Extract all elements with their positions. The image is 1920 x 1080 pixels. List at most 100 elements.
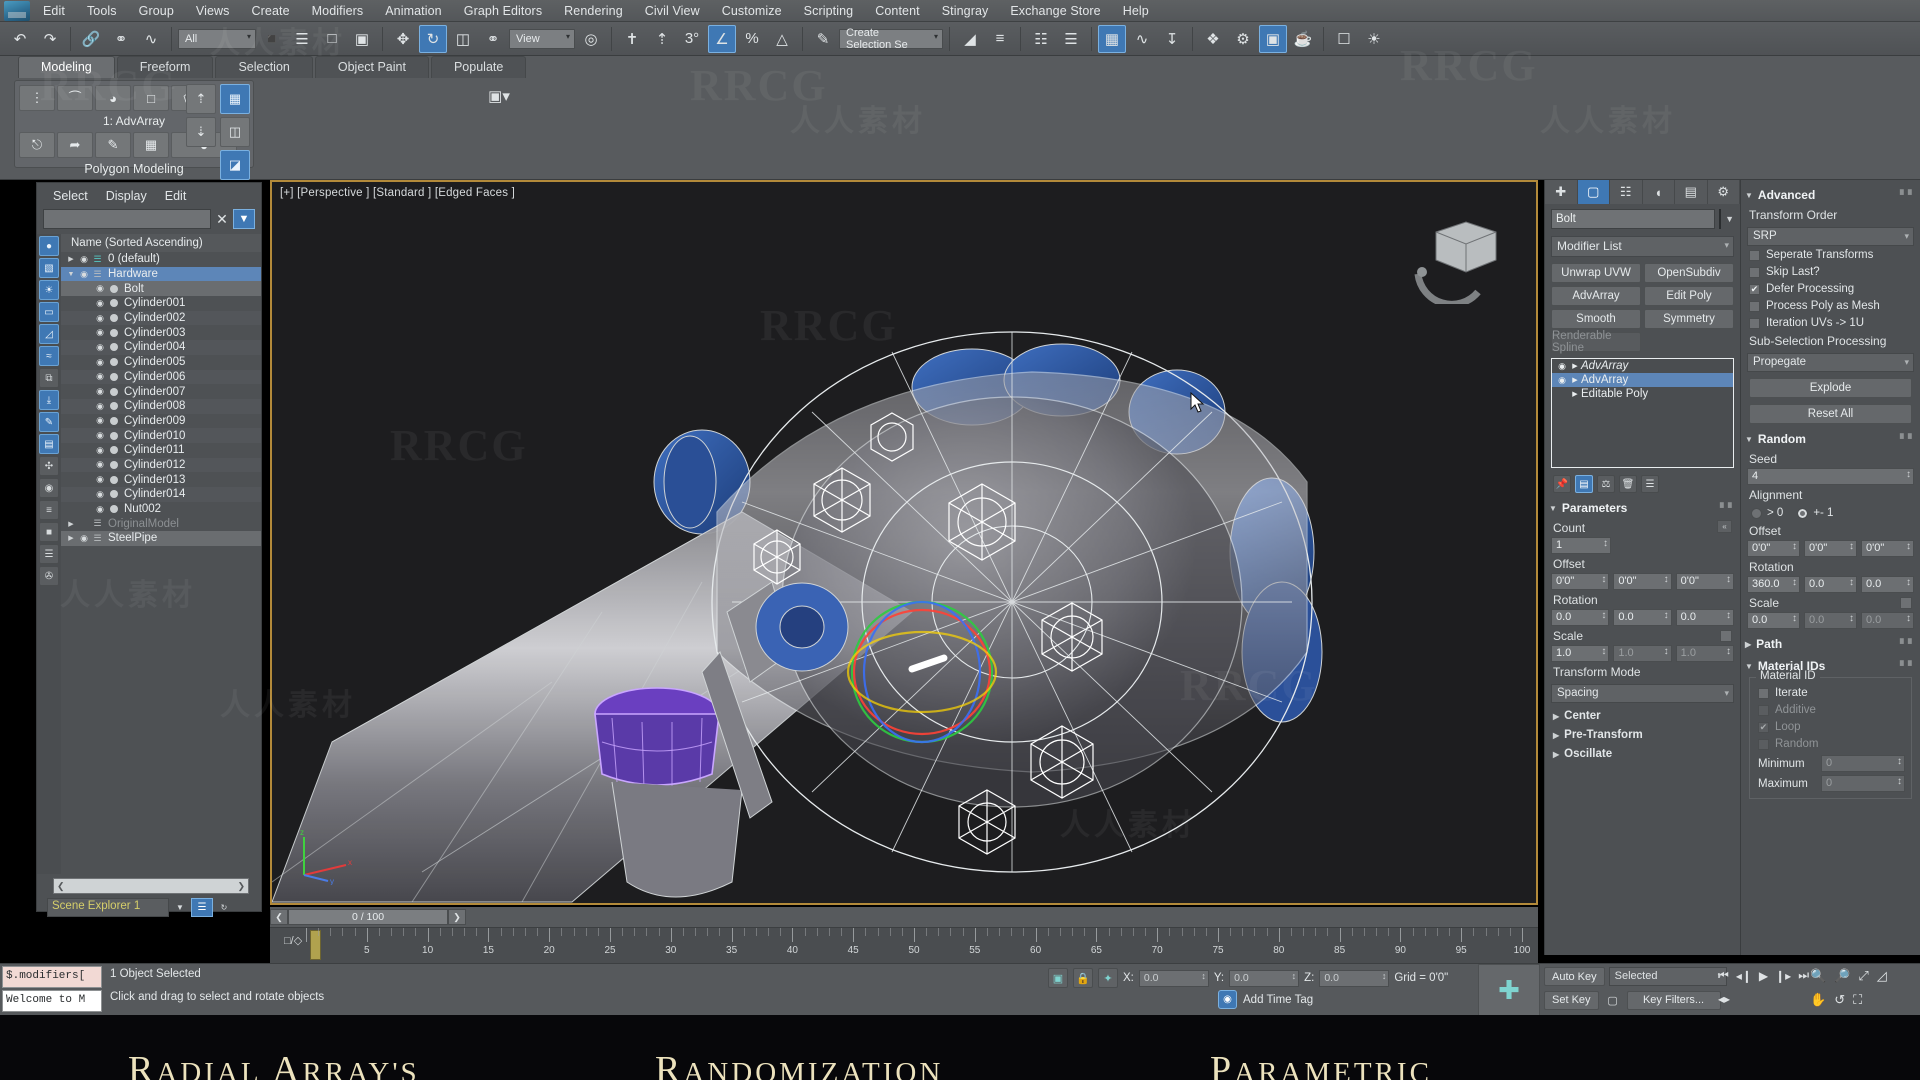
- layer-manager-icon[interactable]: ☷: [1027, 25, 1055, 53]
- lock-icon[interactable]: 🔒: [1073, 968, 1093, 988]
- show-end-result-icon[interactable]: ▤: [1575, 475, 1593, 493]
- zoom-icon[interactable]: 🔍: [1810, 968, 1826, 984]
- ribbon-tab-selection[interactable]: Selection: [215, 56, 313, 78]
- advanced-check-skip-last[interactable]: Skip Last?: [1741, 263, 1920, 280]
- modifier-list-combo[interactable]: Modifier List: [1551, 236, 1734, 257]
- maxscript-listener-output[interactable]: Welcome to M: [2, 990, 102, 1012]
- random-scale-z-spinner[interactable]: 0.0: [1861, 612, 1914, 629]
- object-color-swatch[interactable]: [1719, 209, 1722, 229]
- minimum-spinner[interactable]: 0: [1821, 755, 1905, 772]
- percent-snap-icon[interactable]: 3°: [678, 25, 706, 53]
- mirror-icon[interactable]: ✝: [618, 25, 646, 53]
- modifier-stack-row[interactable]: ◉ ▶ AdvArray: [1552, 359, 1733, 373]
- orbit-icon[interactable]: ↺: [1834, 992, 1845, 1008]
- eye-icon[interactable]: ◉: [93, 313, 107, 324]
- ribbon-tab-modeling[interactable]: Modeling: [18, 56, 115, 78]
- chevron-right-icon[interactable]: ▶: [1569, 376, 1581, 384]
- modifier-button-edit-poly[interactable]: Edit Poly: [1644, 286, 1734, 306]
- hierarchy-icon[interactable]: ☷: [1610, 180, 1643, 204]
- maximum-spinner[interactable]: 0: [1821, 775, 1905, 792]
- activeshade-icon[interactable]: ☀: [1360, 25, 1388, 53]
- angle-snap-icon[interactable]: ∠: [708, 24, 736, 53]
- named-selection-sets-combo[interactable]: Create Selection Se: [839, 27, 943, 51]
- zoom-extents-icon[interactable]: ⤢: [1858, 968, 1868, 984]
- align-tool-icon[interactable]: ≡: [986, 25, 1014, 53]
- view-cube-icon[interactable]: [1408, 214, 1508, 304]
- space-warps-icon[interactable]: ≈: [39, 346, 59, 366]
- go-to-end-icon[interactable]: ⏭: [1798, 968, 1809, 983]
- chevron-right-icon[interactable]: ▶: [1569, 390, 1581, 398]
- maximize-viewport-icon[interactable]: ⛶: [1853, 992, 1862, 1008]
- chevron-down-icon[interactable]: ▼: [65, 271, 77, 278]
- checkbox-icon[interactable]: [1749, 300, 1760, 312]
- chevron-left-icon[interactable]: ❮: [270, 909, 288, 925]
- pan-icon[interactable]: ✋: [1810, 992, 1826, 1008]
- modifier-button-symmetry[interactable]: Symmetry: [1644, 309, 1734, 329]
- placement-icon[interactable]: ⚭: [479, 25, 507, 53]
- material-id-check-iterate[interactable]: Iterate: [1750, 684, 1911, 701]
- time-tag-icon[interactable]: ◉: [1218, 990, 1237, 1009]
- advanced-check-process-poly-as-mesh[interactable]: Process Poly as Mesh: [1741, 297, 1920, 314]
- utilities-icon[interactable]: ⚙: [1708, 180, 1740, 204]
- tree-row[interactable]: ▼ ◉ ☰ Hardware: [61, 266, 261, 282]
- modifier-button-opensubdiv[interactable]: OpenSubdiv: [1644, 263, 1734, 283]
- checkbox-icon[interactable]: ✔: [1749, 283, 1760, 295]
- eye-icon[interactable]: ◉: [1555, 361, 1569, 372]
- freeze-icon[interactable]: ✣: [39, 456, 59, 476]
- render-setup-icon[interactable]: ⚙: [1229, 25, 1257, 53]
- eye-icon[interactable]: ◉: [77, 254, 91, 265]
- tree-row[interactable]: ◉ Cylinder012: [61, 457, 261, 473]
- modifier-stack[interactable]: ◉ ▶ AdvArray ◉ ▶ AdvArray ▶ Editable Poly: [1551, 358, 1734, 468]
- tree-row[interactable]: ◉ Cylinder005: [61, 355, 261, 370]
- modify-icon[interactable]: ▢: [1577, 180, 1610, 204]
- lights-icon[interactable]: ☀: [39, 280, 59, 300]
- chevron-right-icon[interactable]: ▶: [65, 520, 77, 528]
- select-rotate-icon[interactable]: ↻: [419, 24, 447, 53]
- align-icon[interactable]: ⇡: [648, 25, 676, 53]
- menu-item-scripting[interactable]: Scripting: [793, 2, 865, 20]
- random-offset-x-spinner[interactable]: 0'0": [1747, 540, 1800, 557]
- select-move-icon[interactable]: ✥: [389, 25, 417, 53]
- rotation-x-spinner[interactable]: 0.0: [1551, 609, 1610, 626]
- checkbox-icon[interactable]: [1758, 687, 1769, 699]
- make-unique-icon[interactable]: ⚖: [1597, 475, 1615, 493]
- scene-explorer-icon[interactable]: ☰: [1057, 25, 1085, 53]
- eye-icon[interactable]: ◉: [93, 430, 107, 441]
- object-name-field[interactable]: [1551, 209, 1715, 229]
- random-offset-z-spinner[interactable]: 0'0": [1861, 540, 1914, 557]
- eye-icon[interactable]: ◉: [93, 342, 107, 353]
- tree-row[interactable]: ▶ ◉ ☰ SteelPipe: [61, 531, 261, 546]
- checkbox-icon[interactable]: [1749, 249, 1760, 261]
- previous-frame-icon[interactable]: ◂❙: [1736, 969, 1752, 983]
- sub-selection-combo[interactable]: Propegate: [1747, 353, 1914, 372]
- select-and-manipulate-icon[interactable]: ✚: [1478, 964, 1540, 1016]
- schematic-view-icon[interactable]: ↧: [1158, 25, 1186, 53]
- constrain-icon[interactable]: ◫: [220, 117, 250, 147]
- perspective-viewport[interactable]: [+] [Perspective ] [Standard ] [Edged Fa…: [270, 180, 1538, 905]
- tree-row[interactable]: ◉ Cylinder006: [61, 369, 261, 385]
- sub-rollout-center[interactable]: ▶ Center: [1553, 710, 1736, 722]
- tree-row[interactable]: ◉ Cylinder004: [61, 340, 261, 355]
- eye-icon[interactable]: ◉: [77, 269, 91, 280]
- add-time-tag-row[interactable]: ◉ Add Time Tag: [1218, 990, 1313, 1009]
- menu-item-tools[interactable]: Tools: [76, 2, 128, 20]
- modifier-stack-row[interactable]: ▶ Editable Poly: [1552, 387, 1733, 401]
- track-bar[interactable]: □/◇ 5 10 15 20 25 30 35 40 45 50 55 60 65 70 75 80 85 90 9…: [270, 927, 1538, 963]
- filter-off-icon[interactable]: ■: [39, 522, 59, 542]
- use-center-icon[interactable]: ◎: [577, 25, 605, 53]
- search-input[interactable]: [43, 209, 211, 229]
- eye-icon[interactable]: ◉: [93, 386, 107, 397]
- reset-all-button[interactable]: Reset All: [1749, 404, 1912, 424]
- menu-item-create[interactable]: Create: [241, 2, 301, 20]
- advanced-check-iteration-uvs-1u[interactable]: Iteration UVs -> 1U: [1741, 314, 1920, 331]
- explode-button[interactable]: Explode: [1749, 378, 1912, 398]
- checkbox-icon[interactable]: [1749, 317, 1760, 329]
- border-icon[interactable]: ◕: [95, 85, 131, 111]
- eye-icon[interactable]: ◉: [93, 298, 107, 309]
- tree-row[interactable]: ◉ Cylinder014: [61, 487, 261, 502]
- create-icon[interactable]: ✚: [1545, 180, 1578, 204]
- eye-icon[interactable]: ◉: [93, 401, 107, 412]
- eye-icon[interactable]: ◉: [93, 474, 107, 485]
- key-mode-combo[interactable]: Selected: [1608, 967, 1727, 986]
- none-icon[interactable]: ◉: [39, 478, 59, 498]
